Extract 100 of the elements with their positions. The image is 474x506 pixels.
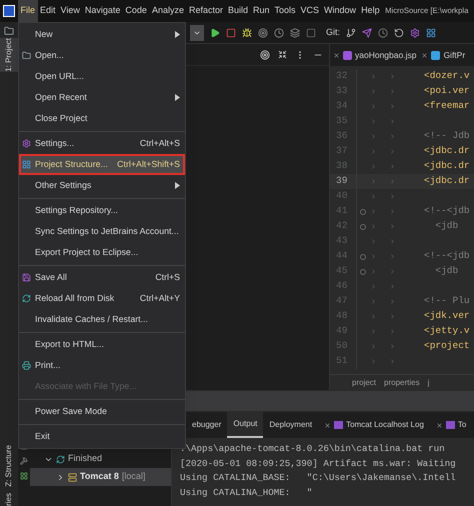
git-label: Git: (326, 26, 340, 39)
collapse-icon[interactable] (56, 472, 65, 482)
menu-item[interactable]: Invalidate Caches / Restart... (19, 309, 185, 330)
menu-item[interactable]: Settings... Ctrl+Alt+S (19, 133, 185, 154)
indent-guide-icon (370, 118, 377, 125)
indent-guide-icon (370, 358, 377, 365)
menu-bar-item[interactable]: Window (322, 0, 359, 22)
menu-bar-item[interactable]: Help (358, 0, 382, 22)
menu-item[interactable]: Sync Settings to JetBrains Account... (19, 221, 185, 242)
indent-guide-icon (389, 178, 396, 185)
panel-tab[interactable]: Deployment (263, 412, 318, 438)
menu-bar-item[interactable]: Tools (272, 0, 298, 22)
menu-bar-item[interactable]: View (58, 0, 82, 22)
menu-item[interactable]: Save All Ctrl+S (19, 267, 185, 288)
menu-item[interactable]: Open Recent (19, 87, 185, 108)
grid-icon (22, 160, 31, 169)
close-icon[interactable] (436, 422, 443, 428)
indent-guide-icon (370, 328, 377, 335)
indent-guide-icon (370, 268, 377, 275)
layers-icon[interactable] (290, 28, 300, 38)
grid-icon[interactable] (426, 28, 436, 38)
indent-guide-icon (389, 73, 396, 80)
panel-tab[interactable]: To (430, 412, 472, 438)
breadcrumb-item[interactable]: project (352, 376, 376, 388)
indent-guide-icon (389, 163, 396, 170)
indent-guide-icon (389, 343, 396, 350)
menu-bar-item[interactable]: Edit (38, 0, 58, 22)
clock-icon[interactable] (274, 28, 284, 38)
menu-item[interactable]: Exit (19, 426, 185, 447)
stop-icon[interactable] (226, 28, 236, 38)
panel-tab[interactable]: Tomcat Localhost Log (318, 412, 430, 438)
tool-window-tab[interactable]: Z: Structure (0, 445, 18, 488)
menu-bar-item[interactable]: VCS (298, 0, 322, 22)
indent-guide-icon (389, 193, 396, 200)
tool-window-tab[interactable]: 1: Project (0, 38, 18, 72)
close-icon[interactable] (333, 52, 340, 58)
indent-guide-icon (370, 298, 377, 305)
indent-guide-icon (370, 223, 377, 230)
menu-bar-item[interactable]: Code (122, 0, 150, 22)
panel-tab[interactable]: Output (227, 412, 264, 438)
menu-bar-item[interactable]: Navigate (82, 0, 123, 22)
menu-item[interactable]: Export Project to Eclipse... (19, 242, 185, 263)
debug-icon[interactable] (242, 28, 252, 38)
code-line: <!-- Plu (424, 294, 470, 308)
code-line: <dozer.v (424, 69, 470, 84)
branch-icon[interactable] (346, 28, 356, 38)
push-icon[interactable] (362, 28, 372, 38)
collapse-all-icon[interactable] (278, 50, 287, 59)
close-icon[interactable] (421, 52, 428, 58)
menu-bar-item[interactable]: Build (225, 0, 250, 22)
square-icon[interactable] (306, 28, 316, 38)
menu-item[interactable]: Other Settings (19, 175, 185, 196)
indent-guide-icon (370, 133, 377, 140)
indent-guide-icon (370, 103, 377, 110)
code-line: <!--<jdb (424, 249, 470, 264)
menu-item[interactable]: Reload All from Disk Ctrl+Alt+Y (19, 288, 185, 309)
menu-bar-item[interactable]: File (18, 0, 38, 22)
menu-item[interactable]: Print... (19, 355, 185, 376)
server-icon (68, 472, 77, 482)
indent-guide-icon (389, 208, 396, 215)
indent-guide-icon (389, 298, 396, 305)
editor-tab[interactable]: GiftPr (421, 48, 466, 62)
indent-guide-icon (389, 223, 396, 230)
tree-item[interactable]: Tomcat 8 [local] (30, 468, 171, 486)
run-config-dropdown[interactable] (190, 24, 204, 40)
editor-tab[interactable]: yaoHongbao.jsp (333, 48, 416, 62)
menu-item[interactable]: Settings Repository... (19, 200, 185, 221)
menu-bar-item[interactable]: Run (250, 0, 272, 22)
menu-item[interactable]: Open URL... (19, 66, 185, 87)
indent-guide-icon (389, 358, 396, 365)
menu-item[interactable]: Close Project (19, 108, 185, 129)
app-logo-icon (3, 5, 15, 17)
code-line: <poi.ver (424, 84, 470, 98)
indent-guide-icon (370, 343, 377, 350)
menu-item[interactable]: Open... (19, 45, 185, 66)
revert-icon[interactable] (394, 28, 404, 38)
menu-item[interactable]: Export to HTML... (19, 334, 185, 355)
menu-item[interactable]: Project Structure... Ctrl+Alt+Shift+S (19, 154, 185, 175)
menu-bar-item[interactable]: Refactor (186, 0, 226, 22)
locate-icon[interactable] (260, 50, 270, 60)
menu-bar-item[interactable]: Analyze (149, 0, 186, 22)
indent-guide-icon (389, 88, 396, 95)
breadcrumb-item[interactable]: j (428, 376, 430, 388)
history-icon[interactable] (378, 28, 388, 38)
panel-tab[interactable]: ebugger (186, 412, 228, 438)
folder-icon[interactable] (4, 26, 14, 36)
indent-guide-icon (370, 88, 377, 95)
menu-item[interactable]: New (19, 24, 185, 45)
close-icon[interactable] (324, 422, 332, 428)
menu-item[interactable]: Power Save Mode (19, 401, 185, 422)
gear-icon[interactable] (410, 28, 420, 38)
run-icon[interactable] (210, 28, 220, 38)
indent-guide-icon (389, 238, 396, 245)
indent-guide-icon (389, 328, 396, 335)
indent-guide-icon (389, 283, 396, 290)
line-number: 39 (335, 174, 348, 188)
tool-window-tab[interactable]: ries (0, 493, 18, 506)
breadcrumb-item[interactable]: properties (384, 376, 420, 388)
grid-icon[interactable] (20, 472, 28, 480)
tree-item[interactable]: Finished (30, 450, 171, 468)
